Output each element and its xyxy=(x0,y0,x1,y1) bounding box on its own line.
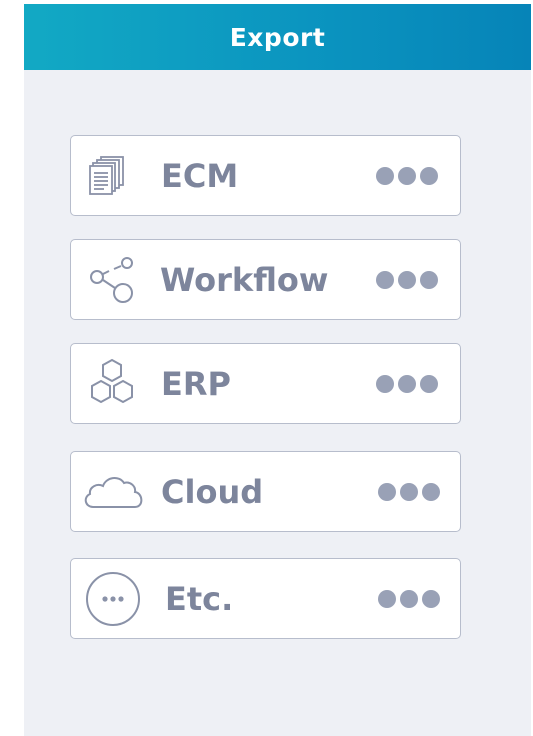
more-options-icon[interactable] xyxy=(378,589,440,608)
export-option-label: Workflow xyxy=(160,260,329,299)
export-option-ecm[interactable]: ECM xyxy=(70,135,461,216)
export-option-label: Cloud xyxy=(161,472,264,511)
export-option-label: ECM xyxy=(161,156,239,195)
export-option-erp[interactable]: ERP xyxy=(70,343,461,424)
more-options-icon[interactable] xyxy=(376,166,438,185)
more-options-icon[interactable] xyxy=(376,270,438,289)
more-options-icon[interactable] xyxy=(376,374,438,393)
export-option-etc[interactable]: Etc. xyxy=(70,558,461,639)
export-header: Export xyxy=(24,4,531,70)
export-option-label: Etc. xyxy=(165,579,234,618)
workflow-icon xyxy=(90,256,133,303)
export-option-label: ERP xyxy=(161,364,231,403)
documents-icon xyxy=(89,155,124,195)
export-title: Export xyxy=(229,22,326,52)
hexagons-icon xyxy=(91,358,133,403)
export-panel: Export ECM Workflow ERP Cloud Etc. xyxy=(24,4,531,736)
export-option-workflow[interactable]: Workflow xyxy=(70,239,461,320)
more-options-icon[interactable] xyxy=(378,482,440,501)
export-option-cloud[interactable]: Cloud xyxy=(70,451,461,532)
cloud-icon xyxy=(84,476,143,508)
ellipsis-circle-icon xyxy=(86,571,140,626)
